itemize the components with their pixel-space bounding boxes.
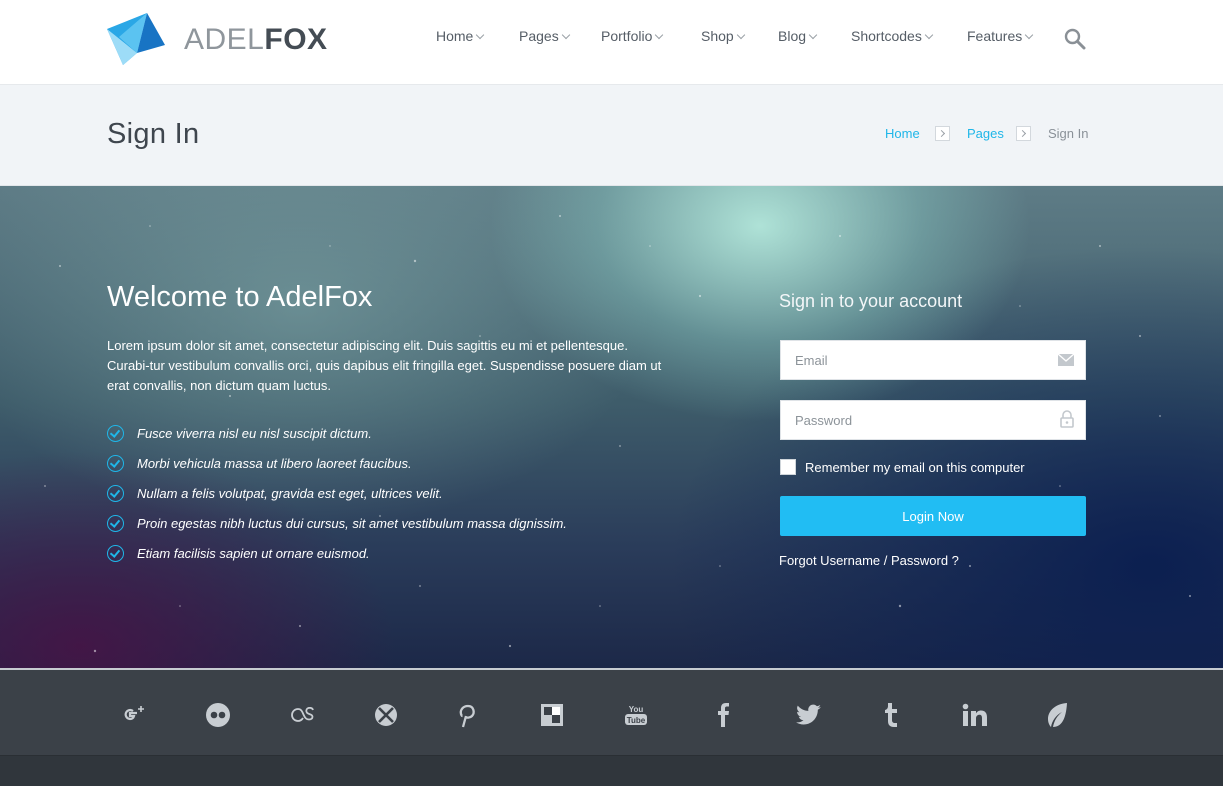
breadcrumb-separator-icon (935, 126, 950, 141)
check-circle-icon (107, 544, 124, 562)
site-header: ADELFOX Home Pages Portfolio Shop Blog S… (0, 0, 1223, 85)
nav-label: Pages (519, 28, 559, 44)
lock-icon (1060, 410, 1074, 433)
feature-text: Proin egestas nibh luctus dui cursus, si… (137, 515, 567, 531)
remember-checkbox[interactable] (780, 459, 796, 475)
check-circle-icon (107, 484, 124, 502)
feature-item: Etiam facilisis sapien ut ornare euismod… (107, 538, 567, 568)
check-circle-icon (107, 514, 124, 532)
feature-text: Etiam facilisis sapien ut ornare euismod… (137, 545, 370, 561)
xbox-icon[interactable] (371, 700, 401, 730)
nav-item-features[interactable]: Features (967, 28, 1034, 44)
login-button[interactable]: Login Now (780, 496, 1086, 536)
chevron-down-icon (476, 30, 485, 39)
chevron-down-icon (924, 30, 934, 39)
twitter-icon[interactable] (794, 700, 824, 730)
chevron-down-icon (561, 30, 570, 39)
google-plus-icon[interactable] (120, 700, 150, 730)
password-field-wrapper (780, 400, 1086, 440)
chevron-down-icon (655, 30, 664, 39)
breadcrumb: Home Pages Sign In (0, 126, 1223, 144)
email-field[interactable] (781, 341, 1085, 379)
svg-text:Tube: Tube (627, 716, 646, 725)
youtube-icon[interactable]: You Tube (621, 700, 651, 730)
feature-item: Fusce viverra nisl eu nisl suscipit dict… (107, 418, 567, 448)
svg-text:You: You (629, 705, 644, 714)
breadcrumb-separator-icon (1016, 126, 1031, 141)
nav-label: Home (436, 28, 474, 44)
feature-item: Morbi vehicula massa ut libero laoreet f… (107, 448, 567, 478)
welcome-heading: Welcome to AdelFox (107, 281, 373, 313)
email-field-wrapper (780, 340, 1086, 380)
check-circle-icon (107, 454, 124, 472)
signin-heading: Sign in to your account (779, 291, 963, 311)
chevron-down-icon (1025, 30, 1034, 39)
feature-item: Nullam a felis volutpat, gravida est ege… (107, 478, 567, 508)
nav-label: Features (967, 28, 1023, 44)
forgot-password-link[interactable]: Forgot Username / Password ? (779, 553, 959, 568)
nav-item-pages[interactable]: Pages (519, 28, 570, 44)
chevron-down-icon (808, 30, 818, 39)
search-icon[interactable] (1064, 28, 1086, 55)
remember-label: Remember my email on this computer (805, 459, 1025, 475)
linkedin-icon[interactable] (960, 700, 990, 730)
breadcrumb-current: Sign In (1048, 126, 1089, 141)
feature-text: Morbi vehicula massa ut libero laoreet f… (137, 455, 412, 471)
signin-hero: Welcome to AdelFox Lorem ipsum dolor sit… (0, 186, 1223, 668)
flickr-icon[interactable] (203, 700, 233, 730)
feature-item: Proin egestas nibh luctus dui cursus, si… (107, 508, 567, 538)
delicious-icon[interactable] (537, 700, 567, 730)
nav-label: Shop (701, 28, 734, 44)
remember-me[interactable]: Remember my email on this computer (780, 459, 1025, 475)
nav-item-blog[interactable]: Blog (778, 28, 818, 44)
tumblr-icon[interactable] (876, 700, 906, 730)
main-nav: Home Pages Portfolio Shop Blog Shortcode… (0, 28, 1223, 48)
facebook-icon[interactable] (708, 700, 738, 730)
intro-paragraph: Lorem ipsum dolor sit amet, consectetur … (107, 338, 662, 393)
breadcrumb-home[interactable]: Home (885, 126, 920, 141)
nav-label: Shortcodes (851, 28, 922, 44)
nav-item-shortcodes[interactable]: Shortcodes (851, 28, 934, 44)
nav-label: Portfolio (601, 28, 653, 44)
nav-item-shop[interactable]: Shop (701, 28, 745, 44)
nav-item-portfolio[interactable]: Portfolio (601, 28, 664, 44)
check-circle-icon (107, 424, 124, 442)
lastfm-icon[interactable] (289, 700, 319, 730)
feature-list: Fusce viverra nisl eu nisl suscipit dict… (107, 418, 567, 568)
breadcrumb-pages[interactable]: Pages (967, 126, 1004, 141)
feature-text: Nullam a felis volutpat, gravida est ege… (137, 485, 443, 501)
feature-text: Fusce viverra nisl eu nisl suscipit dict… (137, 425, 372, 441)
nav-item-home[interactable]: Home (436, 28, 485, 44)
nav-label: Blog (778, 28, 807, 44)
pinterest-icon[interactable] (453, 700, 483, 730)
envelope-icon (1057, 353, 1075, 372)
password-field[interactable] (781, 401, 1085, 439)
evernote-icon[interactable] (1042, 700, 1072, 730)
social-footer: You Tube (0, 668, 1223, 756)
bottom-bar (0, 756, 1223, 786)
chevron-down-icon (736, 30, 745, 39)
